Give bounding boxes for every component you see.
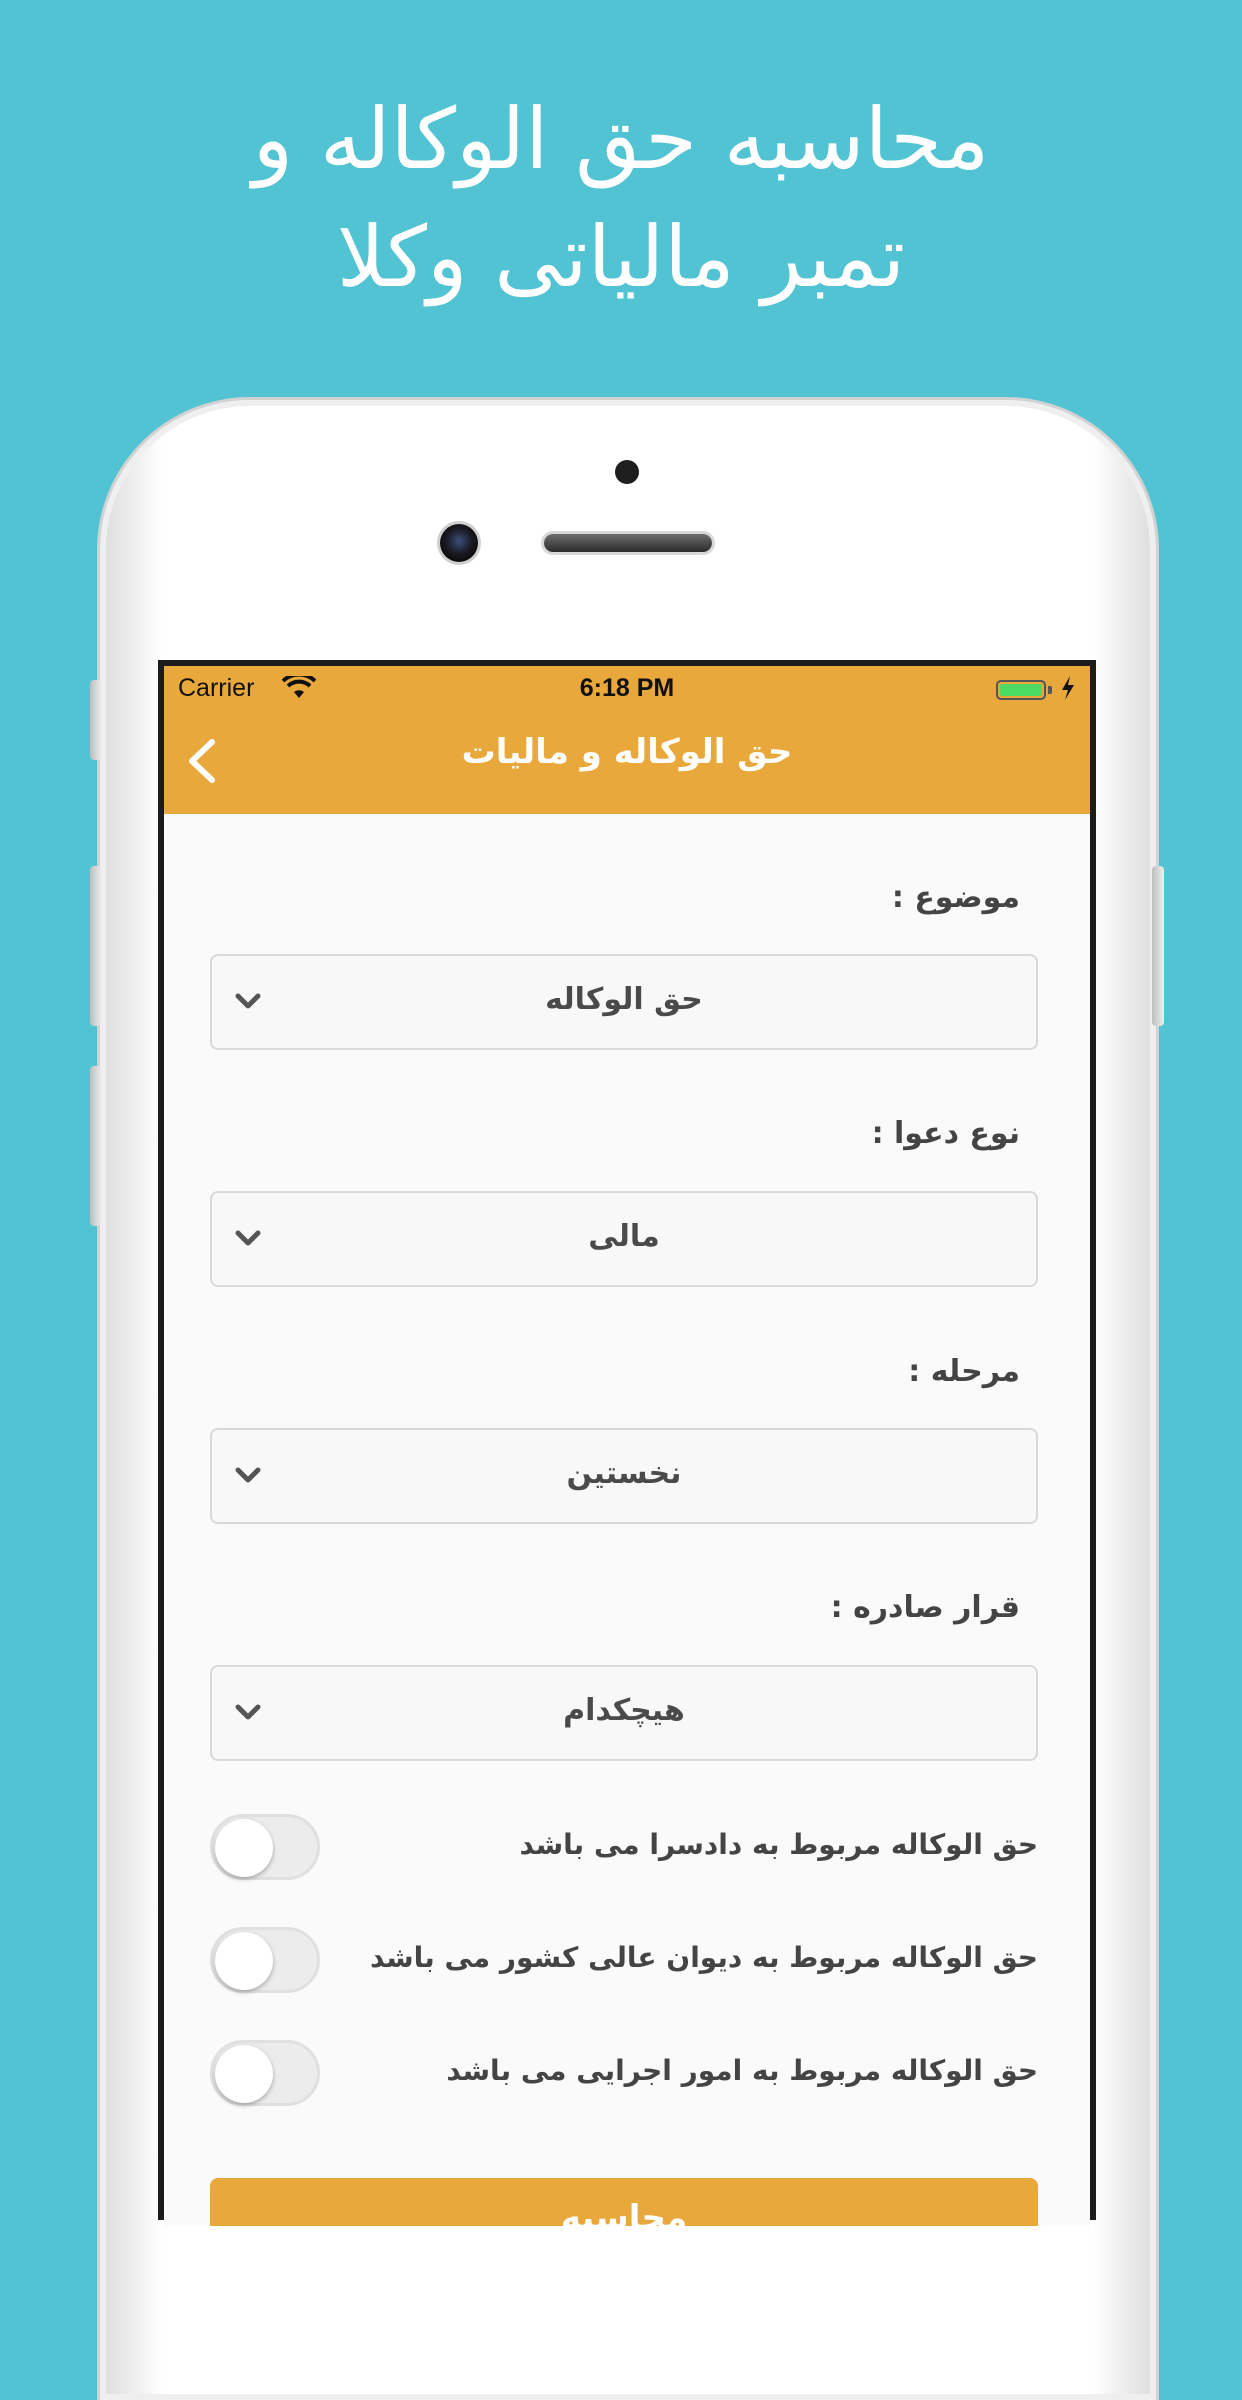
phone-screen: Carrier 6:18 PM حق الوکاله و مالیات موضو… bbox=[158, 660, 1096, 2226]
navigation-bar: Carrier 6:18 PM حق الوکاله و مالیات bbox=[164, 666, 1090, 814]
status-bar: Carrier 6:18 PM bbox=[164, 666, 1090, 706]
promo-line-1: محاسبه حق الوکاله و bbox=[252, 90, 990, 188]
toggle-knob bbox=[215, 1932, 273, 1990]
ruling-select-value: هیچکدام bbox=[563, 1693, 685, 1728]
status-time: 6:18 PM bbox=[579, 674, 675, 702]
subject-select-value: حق الوکاله bbox=[545, 982, 703, 1017]
toggle-row-prosecutor: حق الوکاله مربوط به دادسرا می باشد bbox=[210, 1814, 1038, 1884]
front-camera bbox=[440, 524, 478, 562]
promo-headline: محاسبه حق الوکاله و تمبر مالیاتی وکلا bbox=[0, 80, 1242, 316]
field-label-case-type: نوع دعوا : bbox=[871, 1116, 1020, 1151]
calculate-button[interactable]: محاسبه bbox=[210, 2178, 1038, 2226]
battery-tip bbox=[1048, 686, 1052, 694]
toggle-knob bbox=[215, 2045, 273, 2103]
battery-icon bbox=[996, 680, 1046, 700]
earpiece-speaker bbox=[544, 534, 712, 552]
toggle-row-enforcement: حق الوکاله مربوط به امور اجرایی می باشد bbox=[210, 2040, 1038, 2110]
charging-icon bbox=[1062, 676, 1074, 700]
app-screen: Carrier 6:18 PM حق الوکاله و مالیات موضو… bbox=[164, 666, 1090, 2226]
enforcement-toggle-label: حق الوکاله مربوط به امور اجرایی می باشد bbox=[446, 2054, 1038, 2087]
stage-select-value: نخستین bbox=[566, 1456, 682, 1491]
prosecutor-toggle[interactable] bbox=[210, 1814, 320, 1880]
case-type-select-value: مالی bbox=[588, 1219, 660, 1254]
phone-power-button bbox=[1152, 866, 1164, 1026]
field-label-ruling: قرار صادره : bbox=[830, 1590, 1020, 1625]
prosecutor-toggle-label: حق الوکاله مربوط به دادسرا می باشد bbox=[519, 1828, 1038, 1861]
field-label-stage: مرحله : bbox=[908, 1354, 1020, 1389]
enforcement-toggle[interactable] bbox=[210, 2040, 320, 2106]
phone-volume-up bbox=[90, 866, 102, 1026]
promo-line-2: تمبر مالیاتی وکلا bbox=[336, 208, 906, 306]
phone-volume-down bbox=[90, 1066, 102, 1226]
toggle-knob bbox=[215, 1819, 273, 1877]
case-type-select[interactable]: مالی bbox=[210, 1191, 1038, 1287]
proximity-sensor bbox=[615, 460, 639, 484]
toggle-row-supreme-court: حق الوکاله مربوط به دیوان عالی کشور می ب… bbox=[210, 1927, 1038, 1997]
page-title: حق الوکاله و مالیات bbox=[461, 732, 793, 772]
stage-select[interactable]: نخستین bbox=[210, 1428, 1038, 1524]
field-label-subject: موضوع : bbox=[891, 880, 1020, 915]
subject-select[interactable]: حق الوکاله bbox=[210, 954, 1038, 1050]
supreme-court-toggle-label: حق الوکاله مربوط به دیوان عالی کشور می ب… bbox=[369, 1941, 1038, 1974]
supreme-court-toggle[interactable] bbox=[210, 1927, 320, 1993]
phone-mute-switch bbox=[90, 680, 102, 760]
ruling-select[interactable]: هیچکدام bbox=[210, 1665, 1038, 1761]
battery-level bbox=[1000, 684, 1042, 696]
